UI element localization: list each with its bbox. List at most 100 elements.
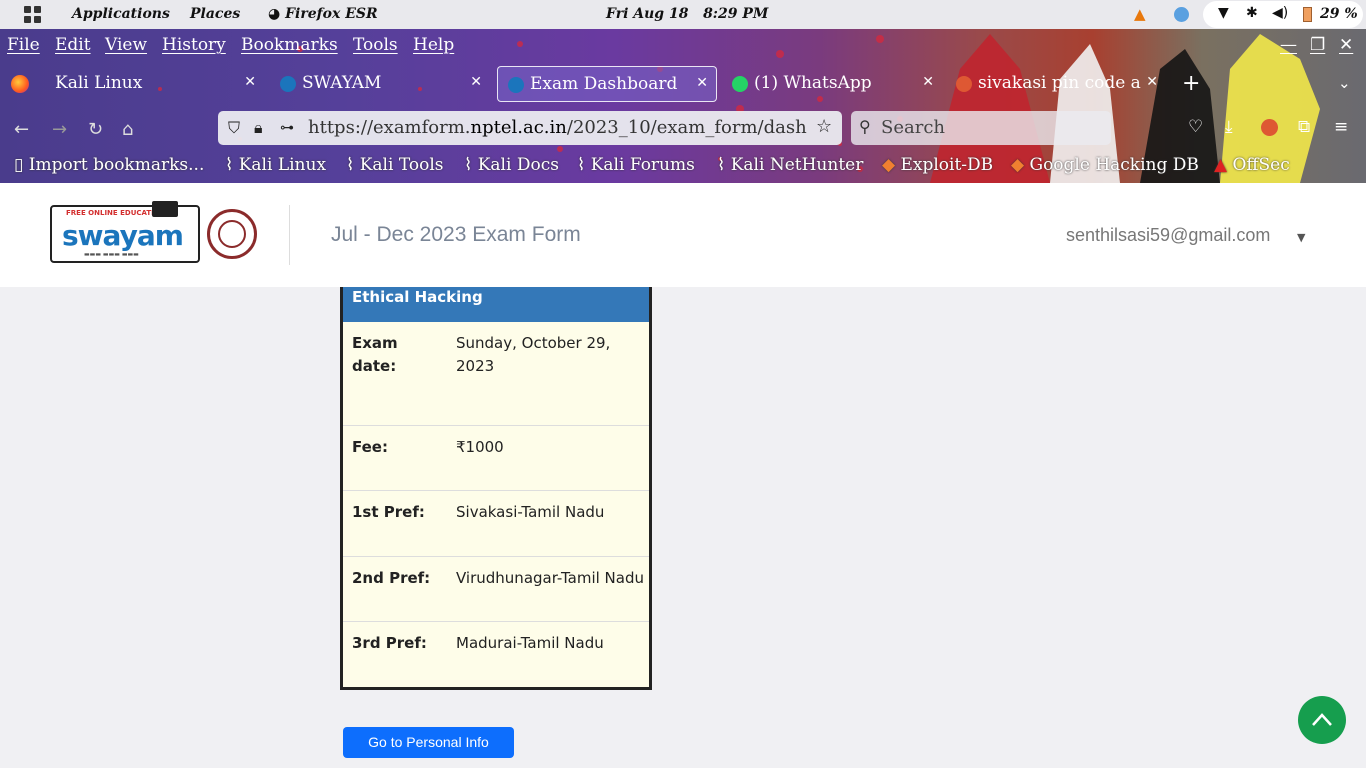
url-bar[interactable]: ⛉ 🔒︎ ⊶ https://examform.nptel.ac.in/2023…	[218, 111, 842, 145]
close-window-icon[interactable]: ✕	[1339, 35, 1353, 55]
tab-label: Exam Dashboard	[530, 74, 678, 94]
firefox-view-icon[interactable]	[11, 75, 29, 93]
tab-exam-dashboard[interactable]: Exam Dashboard ✕	[497, 66, 717, 102]
main-content: Ethical Hacking Exam date: Sunday, Octob…	[0, 287, 1366, 768]
minimize-icon[interactable]: —	[1280, 35, 1297, 55]
lock-icon[interactable]: 🔒︎	[254, 118, 263, 138]
menu-edit[interactable]: Edit	[55, 35, 91, 55]
bookmark-import[interactable]: ▯ Import bookmarks...	[14, 155, 204, 175]
bookmark-google-hacking-db[interactable]: ◆ Google Hacking DB	[1011, 155, 1199, 175]
menu-view[interactable]: View	[105, 35, 147, 55]
exam-date-row: Exam date: Sunday, October 29, 2023	[343, 322, 649, 426]
firefox-panel-icon: ◕	[268, 6, 281, 22]
tab-label: Kali Linux	[55, 73, 143, 93]
kali-dragon-icon: ⌇	[717, 155, 726, 175]
tab-close-icon[interactable]: ✕	[1146, 74, 1158, 90]
tab-swayam[interactable]: SWAYAM ✕	[270, 66, 490, 102]
row-value: Sunday, October 29, 2023	[456, 334, 611, 375]
list-tabs-icon[interactable]: ⌄	[1338, 74, 1351, 92]
navigation-toolbar: ← → ↻ ⌂ ⛉ 🔒︎ ⊶ https://examform.nptel.ac…	[0, 109, 1366, 147]
logo-subtext: ▬▬▬ ▬▬▬ ▬▬▬	[84, 251, 139, 258]
books-icon	[152, 201, 178, 217]
menu-tools[interactable]: Tools	[353, 35, 398, 55]
exploit-db-icon: ◆	[882, 155, 896, 175]
url-text[interactable]: https://examform.nptel.ac.in/2023_10/exa…	[308, 117, 808, 138]
pocket-icon[interactable]: ♡	[1188, 117, 1203, 137]
caret-down-icon[interactable]: ▼	[1297, 231, 1305, 244]
course-title: Ethical Hacking	[343, 287, 649, 322]
duckduckgo-icon	[956, 76, 972, 92]
logo-wordmark: swayam	[62, 219, 184, 252]
clock[interactable]: Fri Aug 18 8:29 PM	[606, 6, 768, 22]
applications-menu[interactable]: Applications	[72, 6, 170, 22]
emblem-logo	[207, 209, 257, 259]
go-to-personal-info-button[interactable]: Go to Personal Info	[343, 727, 514, 758]
menu-help[interactable]: Help	[413, 35, 454, 55]
scroll-to-top-button[interactable]	[1298, 696, 1346, 744]
bluetooth-icon: ✱	[1246, 5, 1258, 21]
tab-close-icon[interactable]: ✕	[470, 74, 482, 90]
row-value: Madurai-Tamil Nadu	[456, 634, 604, 652]
menu-history[interactable]: History	[162, 35, 226, 55]
vlc-icon[interactable]: ▲	[1134, 5, 1146, 23]
browser-chrome: File Edit View History Bookmarks Tools H…	[0, 29, 1366, 183]
swayam-icon	[508, 77, 524, 93]
row-value: ₹1000	[456, 438, 504, 456]
top-panel: Applications Places ◕ Firefox ESR Fri Au…	[0, 0, 1366, 29]
menu-bookmarks[interactable]: Bookmarks	[241, 35, 338, 55]
maximize-icon[interactable]: ❐	[1310, 35, 1325, 55]
bookmark-kali-docs[interactable]: ⌇ Kali Docs	[464, 155, 559, 175]
volume-icon: ◀)	[1272, 5, 1289, 21]
bookmark-kali-linux[interactable]: ⌇ Kali Linux	[225, 155, 326, 175]
downloads-icon[interactable]: ⤓	[1225, 117, 1233, 137]
app-menu-icon[interactable]: ≡	[1334, 117, 1348, 137]
row-label: Fee:	[352, 438, 388, 456]
menu-bar: File Edit View History Bookmarks Tools H…	[0, 29, 1366, 61]
bookmark-kali-forums[interactable]: ⌇ Kali Forums	[577, 155, 695, 175]
firefox-menu-label: Firefox ESR	[285, 6, 378, 22]
tab-label: sivakasi pin code a	[978, 73, 1141, 93]
battery-icon	[1303, 7, 1312, 22]
first-pref-row: 1st Pref: Sivakasi-Tamil Nadu	[343, 491, 649, 557]
row-label: 2nd Pref:	[352, 569, 431, 587]
tab-kali-linux[interactable]: Kali Linux ✕	[44, 66, 264, 102]
search-bar[interactable]: ⚲ Search	[851, 111, 1111, 145]
swayam-logo[interactable]: FREE ONLINE EDUCATION swayam ▬▬▬ ▬▬▬ ▬▬▬	[50, 201, 200, 263]
forward-icon[interactable]: →	[52, 119, 67, 140]
home-icon[interactable]: ⌂	[122, 119, 133, 140]
bookmark-offsec[interactable]: ▲ OffSec	[1214, 155, 1290, 175]
tab-close-icon[interactable]: ✕	[922, 74, 934, 90]
tab-sivakasi-pin-code[interactable]: sivakasi pin code a ✕	[946, 66, 1166, 102]
app-grid-icon[interactable]	[24, 6, 41, 23]
row-value: Virudhunagar-Tamil Nadu	[456, 569, 644, 587]
tracking-protection-icon[interactable]: ⛉	[228, 118, 240, 138]
bluetooth-tray-icon[interactable]	[1174, 7, 1189, 22]
firefox-menu[interactable]: ◕ Firefox ESR	[268, 6, 378, 22]
tab-close-icon[interactable]: ✕	[696, 75, 708, 91]
fee-row: Fee: ₹1000	[343, 426, 649, 491]
page-title: Jul - Dec 2023 Exam Form	[331, 223, 581, 246]
extensions-icon[interactable]: ⧉	[1298, 117, 1310, 137]
search-placeholder: Search	[881, 117, 945, 138]
user-email[interactable]: senthilsasi59@gmail.com	[1066, 225, 1270, 246]
bookmark-exploit-db[interactable]: ◆ Exploit-DB	[882, 155, 993, 175]
permissions-icon[interactable]: ⊶	[280, 120, 294, 136]
import-icon: ▯	[14, 155, 24, 175]
battery-percent: 29 %	[1320, 6, 1358, 22]
bookmark-kali-nethunter[interactable]: ⌇ Kali NetHunter	[717, 155, 863, 175]
second-pref-row: 2nd Pref: Virudhunagar-Tamil Nadu	[343, 557, 649, 622]
tab-label: (1) WhatsApp	[754, 73, 872, 93]
reload-icon[interactable]: ↻	[88, 119, 103, 140]
tab-label: SWAYAM	[302, 73, 382, 93]
menu-file[interactable]: File	[7, 35, 40, 55]
tab-close-icon[interactable]: ✕	[244, 74, 256, 90]
bookmark-kali-tools[interactable]: ⌇ Kali Tools	[346, 155, 443, 175]
duckduckgo-extension-icon[interactable]	[1261, 119, 1278, 136]
bookmark-star-icon[interactable]: ☆	[816, 116, 832, 137]
places-menu[interactable]: Places	[190, 6, 240, 22]
row-value: Sivakasi-Tamil Nadu	[456, 503, 605, 521]
back-icon[interactable]: ←	[14, 119, 29, 140]
tab-whatsapp[interactable]: (1) WhatsApp ✕	[722, 66, 942, 102]
whatsapp-icon	[732, 76, 748, 92]
new-tab-icon[interactable]: +	[1182, 71, 1200, 96]
